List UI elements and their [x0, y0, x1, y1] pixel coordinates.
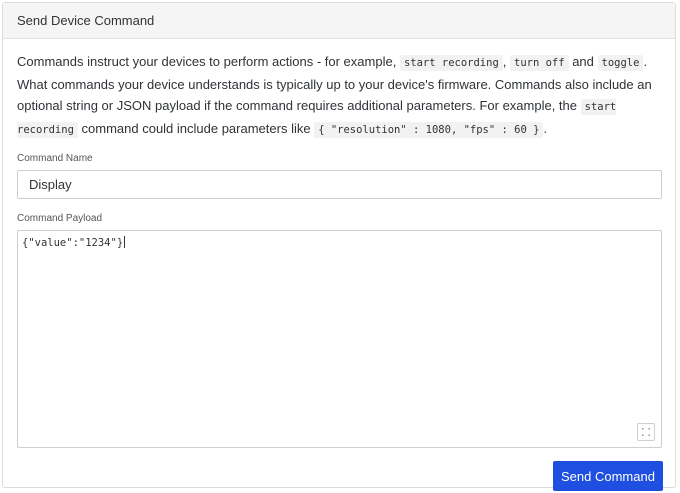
command-name-label: Command Name — [17, 153, 93, 164]
send-command-button[interactable]: Send Command — [553, 461, 663, 491]
description-part-5: . — [543, 121, 548, 136]
expand-icon-glyph — [642, 428, 650, 436]
description-part-4: command could include parameters like — [77, 121, 315, 136]
text-caret — [124, 236, 126, 248]
description-part-1: Commands instruct your devices to perfor… — [17, 54, 400, 69]
command-payload-text: {"value":"1234"} — [22, 236, 126, 249]
panel-title: Send Device Command — [17, 13, 155, 28]
send-device-command-panel: Send Device Command Commands instruct yo… — [2, 2, 676, 491]
description-part-2: and — [568, 54, 598, 69]
code-example-5: { "resolution" : 1080, "fps" : 60 } — [314, 122, 544, 138]
code-example-3: toggle — [597, 55, 644, 71]
panel-body: Commands instruct your devices to perfor… — [3, 39, 675, 491]
description-text: Commands instruct your devices to perfor… — [17, 51, 663, 141]
code-example-2: turn off — [510, 55, 569, 71]
panel-header: Send Device Command — [3, 3, 675, 39]
panel-footer: Send Command — [17, 448, 663, 491]
code-example-1: start recording — [399, 55, 503, 71]
command-payload-textarea[interactable]: {"value":"1234"} — [17, 230, 662, 448]
command-name-input[interactable]: Display — [17, 170, 662, 199]
command-payload-label: Command Payload — [17, 213, 103, 224]
command-payload-value: {"value":"1234"} — [22, 237, 124, 249]
description-separator: , — [502, 54, 510, 69]
command-name-value: Display — [29, 177, 72, 192]
expand-icon[interactable] — [637, 423, 655, 441]
